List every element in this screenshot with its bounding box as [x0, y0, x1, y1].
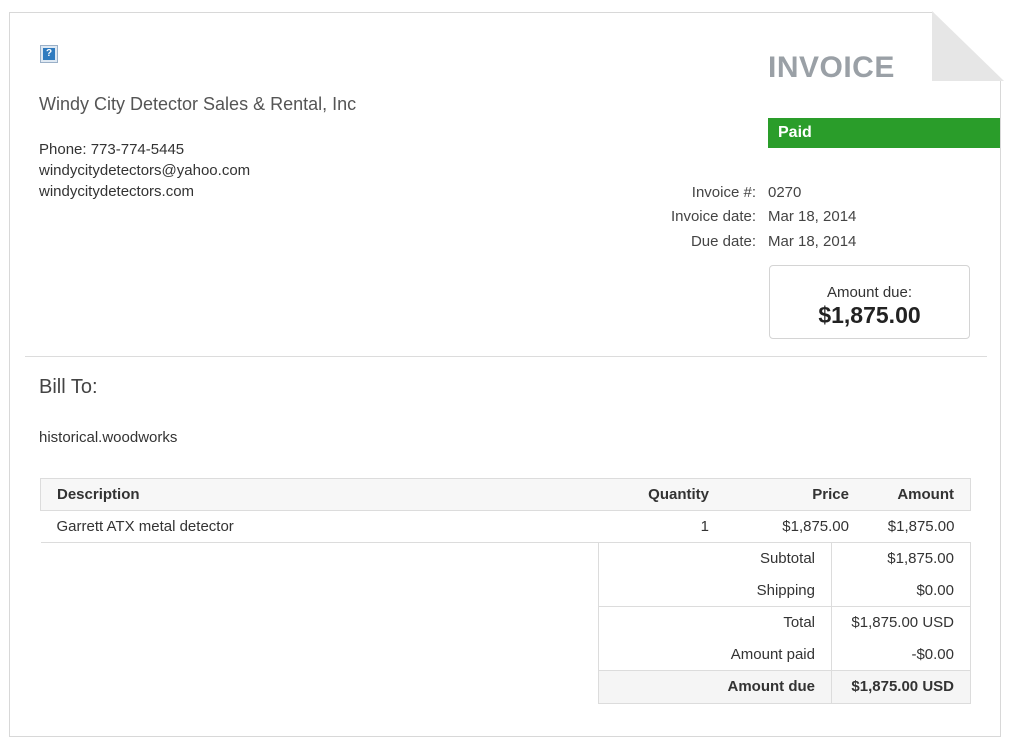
- amount-due-value: $1,875.00: [818, 302, 921, 328]
- column-header-quantity: Quantity: [583, 478, 725, 511]
- item-description: Garrett ATX metal detector: [40, 510, 583, 543]
- shipping-label: Shipping: [598, 574, 832, 607]
- column-header-amount: Amount: [865, 478, 971, 511]
- company-website: windycitydetectors.com: [39, 183, 195, 200]
- totals-row-amount-paid: Amount paid -$0.00: [598, 638, 971, 671]
- company-email: windycitydetectors@yahoo.com: [39, 162, 251, 179]
- invoice-number-label: Invoice #:: [691, 183, 756, 201]
- bill-to-name: historical.woodworks: [39, 429, 178, 446]
- company-name: Windy City Detector Sales & Rental, Inc: [39, 94, 357, 114]
- invoice-meta: Invoice #: 0270 Invoice date: Mar 18, 20…: [600, 180, 900, 254]
- total-label: Total: [598, 606, 832, 639]
- amount-due-label: Amount due:: [826, 284, 913, 301]
- amount-due-box: Amount due: $1,875.00: [769, 265, 970, 339]
- column-header-price: Price: [725, 478, 865, 511]
- invoice-number: 0270: [768, 183, 802, 201]
- amount-paid-label: Amount paid: [598, 638, 832, 671]
- invoice-number-row: Invoice #: 0270: [600, 180, 900, 205]
- line-items-table: Description Quantity Price Amount Garret…: [40, 478, 971, 543]
- totals-row-shipping: Shipping $0.00: [598, 574, 971, 607]
- item-quantity: 1: [583, 510, 725, 543]
- company-contact: Phone: 773-774-5445 windycitydetectors@y…: [39, 139, 250, 202]
- section-divider: [25, 356, 987, 357]
- total-value: $1,875.00 USD: [831, 606, 971, 639]
- totals-row-total: Total $1,875.00 USD: [598, 606, 971, 639]
- invoice-date-label: Invoice date:: [670, 208, 756, 226]
- amount-due-total-value: $1,875.00 USD: [831, 670, 971, 704]
- totals-table: Subtotal $1,875.00 Shipping $0.00 Total …: [598, 543, 971, 704]
- due-date-row: Due date: Mar 18, 2014: [600, 229, 900, 254]
- bill-to-heading: Bill To:: [39, 376, 98, 398]
- invoice-date-row: Invoice date: Mar 18, 2014: [600, 205, 900, 230]
- table-row: Garrett ATX metal detector 1 $1,875.00 $…: [40, 510, 971, 543]
- invoice-title: INVOICE: [768, 51, 895, 84]
- due-date-label: Due date:: [690, 232, 756, 250]
- broken-image-icon: ?: [40, 45, 58, 63]
- status-badge: Paid: [768, 118, 1000, 148]
- company-phone: Phone: 773-774-5445: [39, 141, 185, 158]
- totals-row-amount-due: Amount due $1,875.00 USD: [598, 670, 971, 704]
- item-price: $1,875.00: [725, 510, 865, 543]
- item-amount: $1,875.00: [865, 510, 971, 543]
- column-header-description: Description: [40, 478, 583, 511]
- totals-row-subtotal: Subtotal $1,875.00: [598, 543, 971, 575]
- subtotal-value: $1,875.00: [831, 543, 971, 575]
- page-curl-corner: [932, 11, 1004, 83]
- amount-due-total-label: Amount due: [598, 670, 832, 704]
- subtotal-label: Subtotal: [598, 543, 832, 575]
- table-header-row: Description Quantity Price Amount: [40, 478, 971, 511]
- shipping-value: $0.00: [831, 574, 971, 607]
- invoice-date: Mar 18, 2014: [768, 208, 857, 226]
- due-date: Mar 18, 2014: [768, 232, 857, 250]
- amount-paid-value: -$0.00: [831, 638, 971, 671]
